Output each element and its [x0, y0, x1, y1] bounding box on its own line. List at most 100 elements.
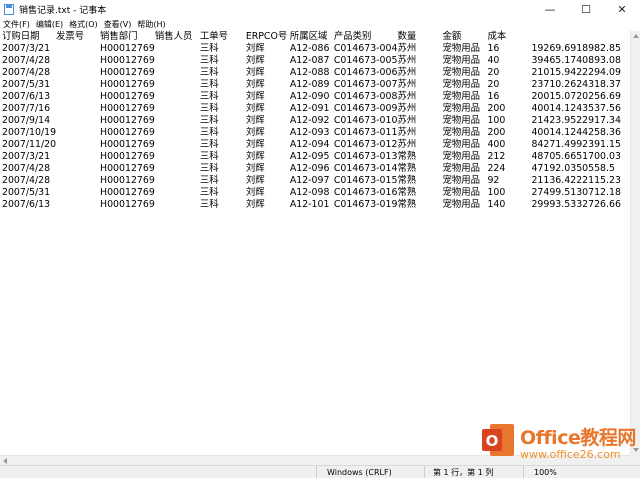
- menu-help[interactable]: 帮助(H): [134, 19, 168, 30]
- scroll-up-icon[interactable]: [633, 34, 639, 38]
- table-cell: 200: [487, 127, 506, 138]
- table-cell: 刘辉: [245, 151, 265, 162]
- table-cell: 22115.23: [576, 175, 621, 186]
- text-content: 订购日期 发票号 销售部门 销售人员 工单号 ERPCO号 所属区域 产品类别 …: [2, 31, 621, 211]
- table-cell: 刘辉: [245, 187, 265, 198]
- table-cell: [155, 139, 200, 151]
- table-cell: [56, 55, 100, 67]
- table-cell: 400: [487, 139, 506, 150]
- table-cell: 92391.15: [576, 139, 621, 150]
- table-cell: 24318.37: [576, 79, 621, 90]
- table-cell: 21136.42: [531, 175, 577, 186]
- table-row: 2007/6/13 H00012769 三科 刘辉 A12-101 C014673-019…: [2, 199, 621, 211]
- table-cell: 苏州: [397, 91, 417, 102]
- table-cell: A12-095: [289, 151, 330, 162]
- table-cell: 224: [487, 163, 506, 174]
- table-cell: [56, 103, 100, 115]
- table-row: 2007/3/21 H00012769 三科 刘辉 A12-086 C014673-004…: [2, 43, 621, 55]
- status-bar: Windows (CRLF) 第 1 行，第 1 列 100%: [0, 465, 640, 478]
- close-button[interactable]: ✕: [604, 0, 640, 18]
- table-cell: 苏州: [397, 79, 417, 90]
- table-cell: 43537.56: [576, 103, 621, 114]
- table-cell: H00012769: [100, 79, 155, 90]
- table-cell: 苏州: [397, 115, 417, 126]
- menu-view[interactable]: 查看(V): [101, 19, 135, 30]
- table-cell: A12-090: [289, 91, 330, 102]
- table-cell: H00012769: [100, 199, 155, 210]
- table-row: 2007/4/28 H00012769 三科 刘辉 A12-087 C014673-005…: [2, 55, 621, 67]
- table-cell: 50558.5: [576, 163, 615, 174]
- table-cell: 刘辉: [245, 55, 265, 66]
- table-cell: 100: [487, 115, 506, 126]
- header-cell: 产品类别: [333, 31, 372, 42]
- table-cell: C014673-004: [333, 43, 398, 54]
- header-cell: 销售部门: [100, 31, 138, 42]
- table-cell: 宠物用品: [442, 175, 480, 186]
- header-cell: 发票号: [56, 31, 85, 42]
- table-cell: 刘辉: [245, 175, 265, 186]
- table-cell: [56, 175, 100, 187]
- table-cell: 宠物用品: [442, 79, 480, 90]
- table-cell: C014673-014: [333, 163, 398, 174]
- table-cell: 16: [487, 91, 500, 102]
- menu-bar: 文件(F) 编辑(E) 格式(O) 查看(V) 帮助(H): [0, 18, 640, 31]
- scroll-left-icon[interactable]: [3, 458, 7, 464]
- status-cursor-position: 第 1 行，第 1 列: [433, 468, 494, 477]
- table-cell: 40014.12: [531, 127, 577, 138]
- table-cell: [56, 163, 100, 175]
- status-encoding: Windows (CRLF): [327, 468, 392, 477]
- table-cell: H00012769: [100, 175, 155, 186]
- menu-file[interactable]: 文件(F): [0, 19, 33, 30]
- maximize-button[interactable]: ☐: [568, 0, 604, 18]
- table-cell: 2007/11/20: [2, 139, 57, 150]
- table-cell: 32726.66: [576, 199, 621, 210]
- table-cell: 三科: [199, 55, 219, 66]
- table-row: 2007/3/21 H00012769 三科 刘辉 A12-095 C014673-013…: [2, 151, 621, 163]
- table-cell: 20: [487, 67, 500, 78]
- table-cell: 2007/4/28: [2, 163, 51, 174]
- table-cell: 2007/5/31: [2, 79, 51, 90]
- table-cell: H00012769: [100, 91, 155, 102]
- table-cell: 三科: [199, 199, 219, 210]
- table-cell: 苏州: [397, 127, 417, 138]
- table-cell: 200: [487, 103, 506, 114]
- table-cell: A12-092: [289, 115, 330, 126]
- table-cell: A12-087: [289, 55, 330, 66]
- table-cell: 2007/9/14: [2, 115, 51, 126]
- table-cell: 刘辉: [245, 115, 265, 126]
- table-cell: 22917.34: [576, 115, 621, 126]
- vertical-scrollbar[interactable]: [630, 31, 640, 455]
- table-cell: [155, 43, 200, 55]
- table-cell: 20: [487, 79, 500, 90]
- table-cell: 常熟: [397, 175, 417, 186]
- table-cell: 刘辉: [245, 103, 265, 114]
- table-cell: C014673-012: [333, 139, 398, 150]
- table-cell: 三科: [199, 43, 219, 54]
- table-cell: 苏州: [397, 103, 417, 114]
- table-cell: C014673-009: [333, 103, 398, 114]
- table-cell: 三科: [199, 67, 219, 78]
- table-cell: 宠物用品: [442, 199, 480, 210]
- table-cell: 48705.66: [531, 151, 577, 162]
- office-logo-icon: O: [482, 424, 514, 456]
- table-cell: 22294.09: [576, 67, 621, 78]
- table-cell: 宠物用品: [442, 115, 480, 126]
- table-cell: 20256.69: [576, 91, 621, 102]
- table-cell: H00012769: [100, 163, 155, 174]
- menu-format[interactable]: 格式(O): [66, 19, 101, 30]
- minimize-button[interactable]: —: [532, 0, 568, 18]
- table-cell: 三科: [199, 175, 219, 186]
- header-cell: 销售人员: [154, 31, 193, 42]
- table-cell: H00012769: [100, 187, 155, 198]
- table-cell: 宠物用品: [442, 187, 480, 198]
- table-cell: 39465.17: [531, 55, 577, 66]
- table-row: 2007/5/31 H00012769 三科 刘辉 A12-089 C014673-007…: [2, 79, 621, 91]
- menu-edit[interactable]: 编辑(E): [33, 19, 66, 30]
- table-cell: [56, 91, 100, 103]
- table-cell: [155, 79, 200, 91]
- table-cell: 140: [487, 199, 506, 210]
- table-cell: 三科: [199, 79, 219, 90]
- watermark-brand: Office教程网: [520, 427, 636, 449]
- table-row: 2007/9/14 H00012769 三科 刘辉 A12-092 C014673-010…: [2, 115, 621, 127]
- table-cell: [155, 91, 200, 103]
